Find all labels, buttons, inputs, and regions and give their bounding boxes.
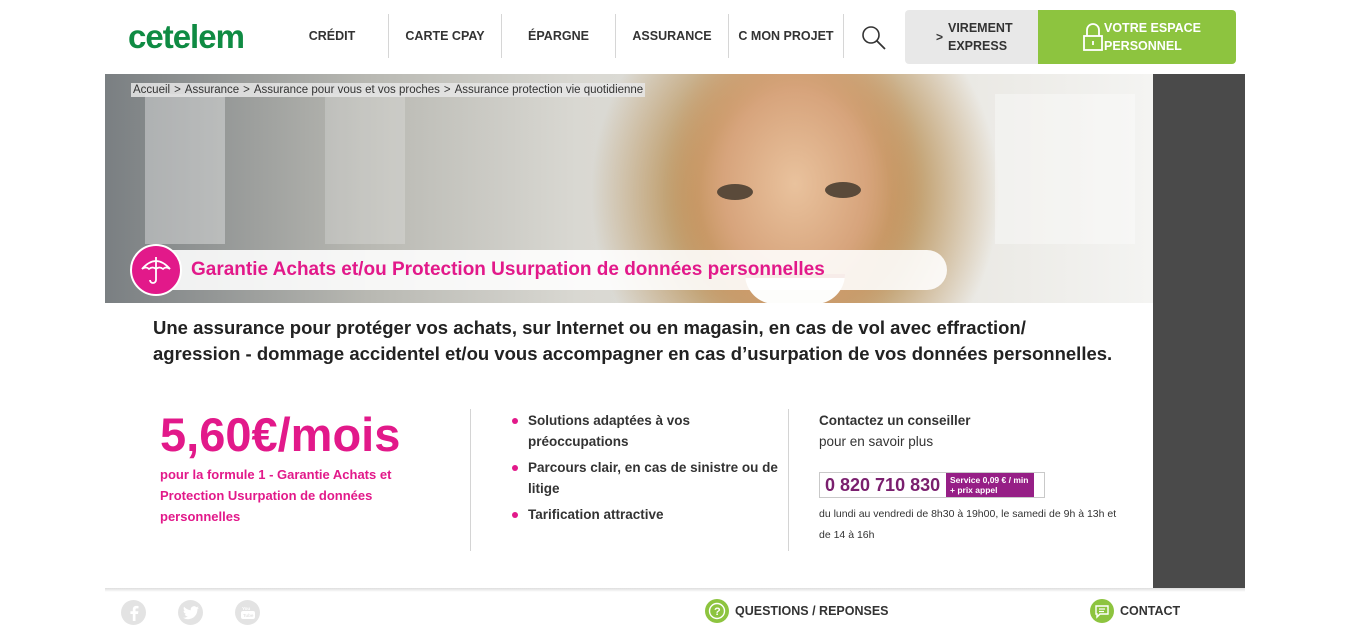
breadcrumb-separator: > (243, 84, 250, 96)
svg-text:Tube: Tube (243, 613, 254, 618)
svg-text:?: ? (714, 606, 721, 618)
espace-personnel-button[interactable]: VOTRE ESPACE PERSONNEL (1038, 10, 1236, 64)
breadcrumb-item-current: Assurance protection vie quotidienne (454, 84, 644, 96)
column-divider (470, 409, 471, 551)
search-button[interactable] (860, 24, 890, 54)
breadcrumb-item-assurance[interactable]: Assurance (185, 84, 239, 96)
hero-photo-eye (825, 182, 861, 198)
contact-label: CONTACT (1120, 604, 1181, 618)
price-note: pour la formule 1 - Garantie Achats et P… (160, 467, 392, 524)
youtube-icon: You Tube (240, 606, 255, 619)
espace-label-line1: VOTRE ESPACE (1104, 21, 1202, 35)
umbrella-icon (141, 257, 171, 284)
virement-label-line1: VIREMENT (948, 21, 1013, 35)
questions-reponses-link[interactable]: ? QUESTIONS / REPONSES (705, 599, 889, 623)
main-nav: CRÉDIT CARTE CPAY ÉPARGNE ASSURANCE C MO… (276, 14, 844, 58)
nav-item-carte-cpay[interactable]: CARTE CPAY (389, 14, 502, 58)
service-price-line2: + prix appel (950, 485, 998, 495)
twitter-link[interactable] (178, 600, 203, 625)
page-title: Garantie Achats et/ou Protection Usurpat… (191, 259, 825, 280)
contact-hours: du lundi au vendredi de 8h30 à 19h00, le… (819, 508, 1117, 541)
virement-express-button[interactable]: > VIREMENT EXPRESS (905, 10, 1039, 64)
breadcrumb-item-accueil[interactable]: Accueil (133, 84, 170, 96)
espace-personnel-label: VOTRE ESPACE PERSONNEL (1104, 19, 1201, 55)
benefit-item: Tarification attractive (510, 504, 790, 525)
cetelem-logo[interactable]: cetelem (128, 18, 245, 56)
contact-title: Contactez un conseiller (819, 413, 971, 428)
phone-number[interactable]: 0 820 710 830 (820, 473, 946, 497)
hero-banner: Accueil > Assurance > Assurance pour vou… (105, 74, 1153, 303)
phone-number-box[interactable]: 0 820 710 830 Service 0,09 € / min + pri… (819, 472, 1045, 498)
facebook-icon (129, 605, 138, 621)
contact-link[interactable]: CONTACT (1090, 599, 1180, 623)
questions-reponses-label: QUESTIONS / REPONSES (735, 604, 889, 618)
twitter-icon (182, 605, 199, 619)
hero-background-window (145, 94, 225, 244)
right-side-panel (1153, 74, 1245, 590)
question-icon: ? (705, 599, 729, 623)
chevron-right-icon: > (936, 30, 944, 44)
svg-text:You: You (242, 606, 250, 611)
price-value: 5,60€/mois (160, 408, 401, 461)
nav-item-assurance[interactable]: ASSURANCE (616, 14, 729, 58)
chat-bubble-icon (1090, 599, 1114, 623)
facebook-link[interactable] (121, 600, 146, 625)
nav-item-c-mon-projet[interactable]: C MON PROJET (729, 14, 844, 58)
breadcrumb-separator: > (443, 84, 451, 96)
breadcrumb-item-assurance-proches[interactable]: Assurance pour vous et vos proches (254, 84, 440, 96)
virement-express-label: VIREMENT EXPRESS (948, 19, 1013, 55)
column-divider (788, 409, 789, 551)
youtube-link[interactable]: You Tube (235, 600, 260, 625)
site-footer: You Tube ? QUESTIONS / REPONSES CONTACT (0, 592, 1349, 632)
umbrella-badge (130, 244, 182, 296)
hero-background-window (325, 94, 405, 244)
hero-photo-eye (717, 184, 753, 200)
nav-item-epargne[interactable]: ÉPARGNE (502, 14, 616, 58)
contact-subtitle: pour en savoir plus (819, 434, 934, 449)
nav-item-credit[interactable]: CRÉDIT (276, 14, 389, 58)
breadcrumb-separator: > (174, 84, 181, 96)
lock-icon (1083, 23, 1103, 51)
benefit-item: Solutions adaptées à vos préoccupations (510, 410, 790, 452)
phone-service-badge: Service 0,09 € / min + prix appel (946, 473, 1034, 497)
site-header: cetelem CRÉDIT CARTE CPAY ÉPARGNE ASSURA… (0, 0, 1349, 74)
service-price-line1: Service 0,09 € / min (950, 475, 1029, 485)
hero-title-pill: Garantie Achats et/ou Protection Usurpat… (135, 250, 947, 290)
main-content: Accueil > Assurance > Assurance pour vou… (105, 74, 1153, 590)
hero-background-window (995, 94, 1135, 244)
breadcrumb: Accueil > Assurance > Assurance pour vou… (131, 83, 646, 97)
benefits-list: Solutions adaptées à vos préoccupations … (510, 410, 790, 530)
contact-block: Contactez un conseiller pour en savoir p… (819, 410, 1119, 541)
price-block: 5,60€/mois pour la formule 1 - Garantie … (160, 408, 460, 527)
search-icon (862, 26, 886, 50)
espace-label-line2: PERSONNEL (1104, 39, 1182, 53)
benefit-item: Parcours clair, en cas de sinistre ou de… (510, 457, 790, 499)
intro-text: Une assurance pour protéger vos achats, … (153, 317, 1113, 364)
virement-label-line2: EXPRESS (948, 39, 1008, 53)
